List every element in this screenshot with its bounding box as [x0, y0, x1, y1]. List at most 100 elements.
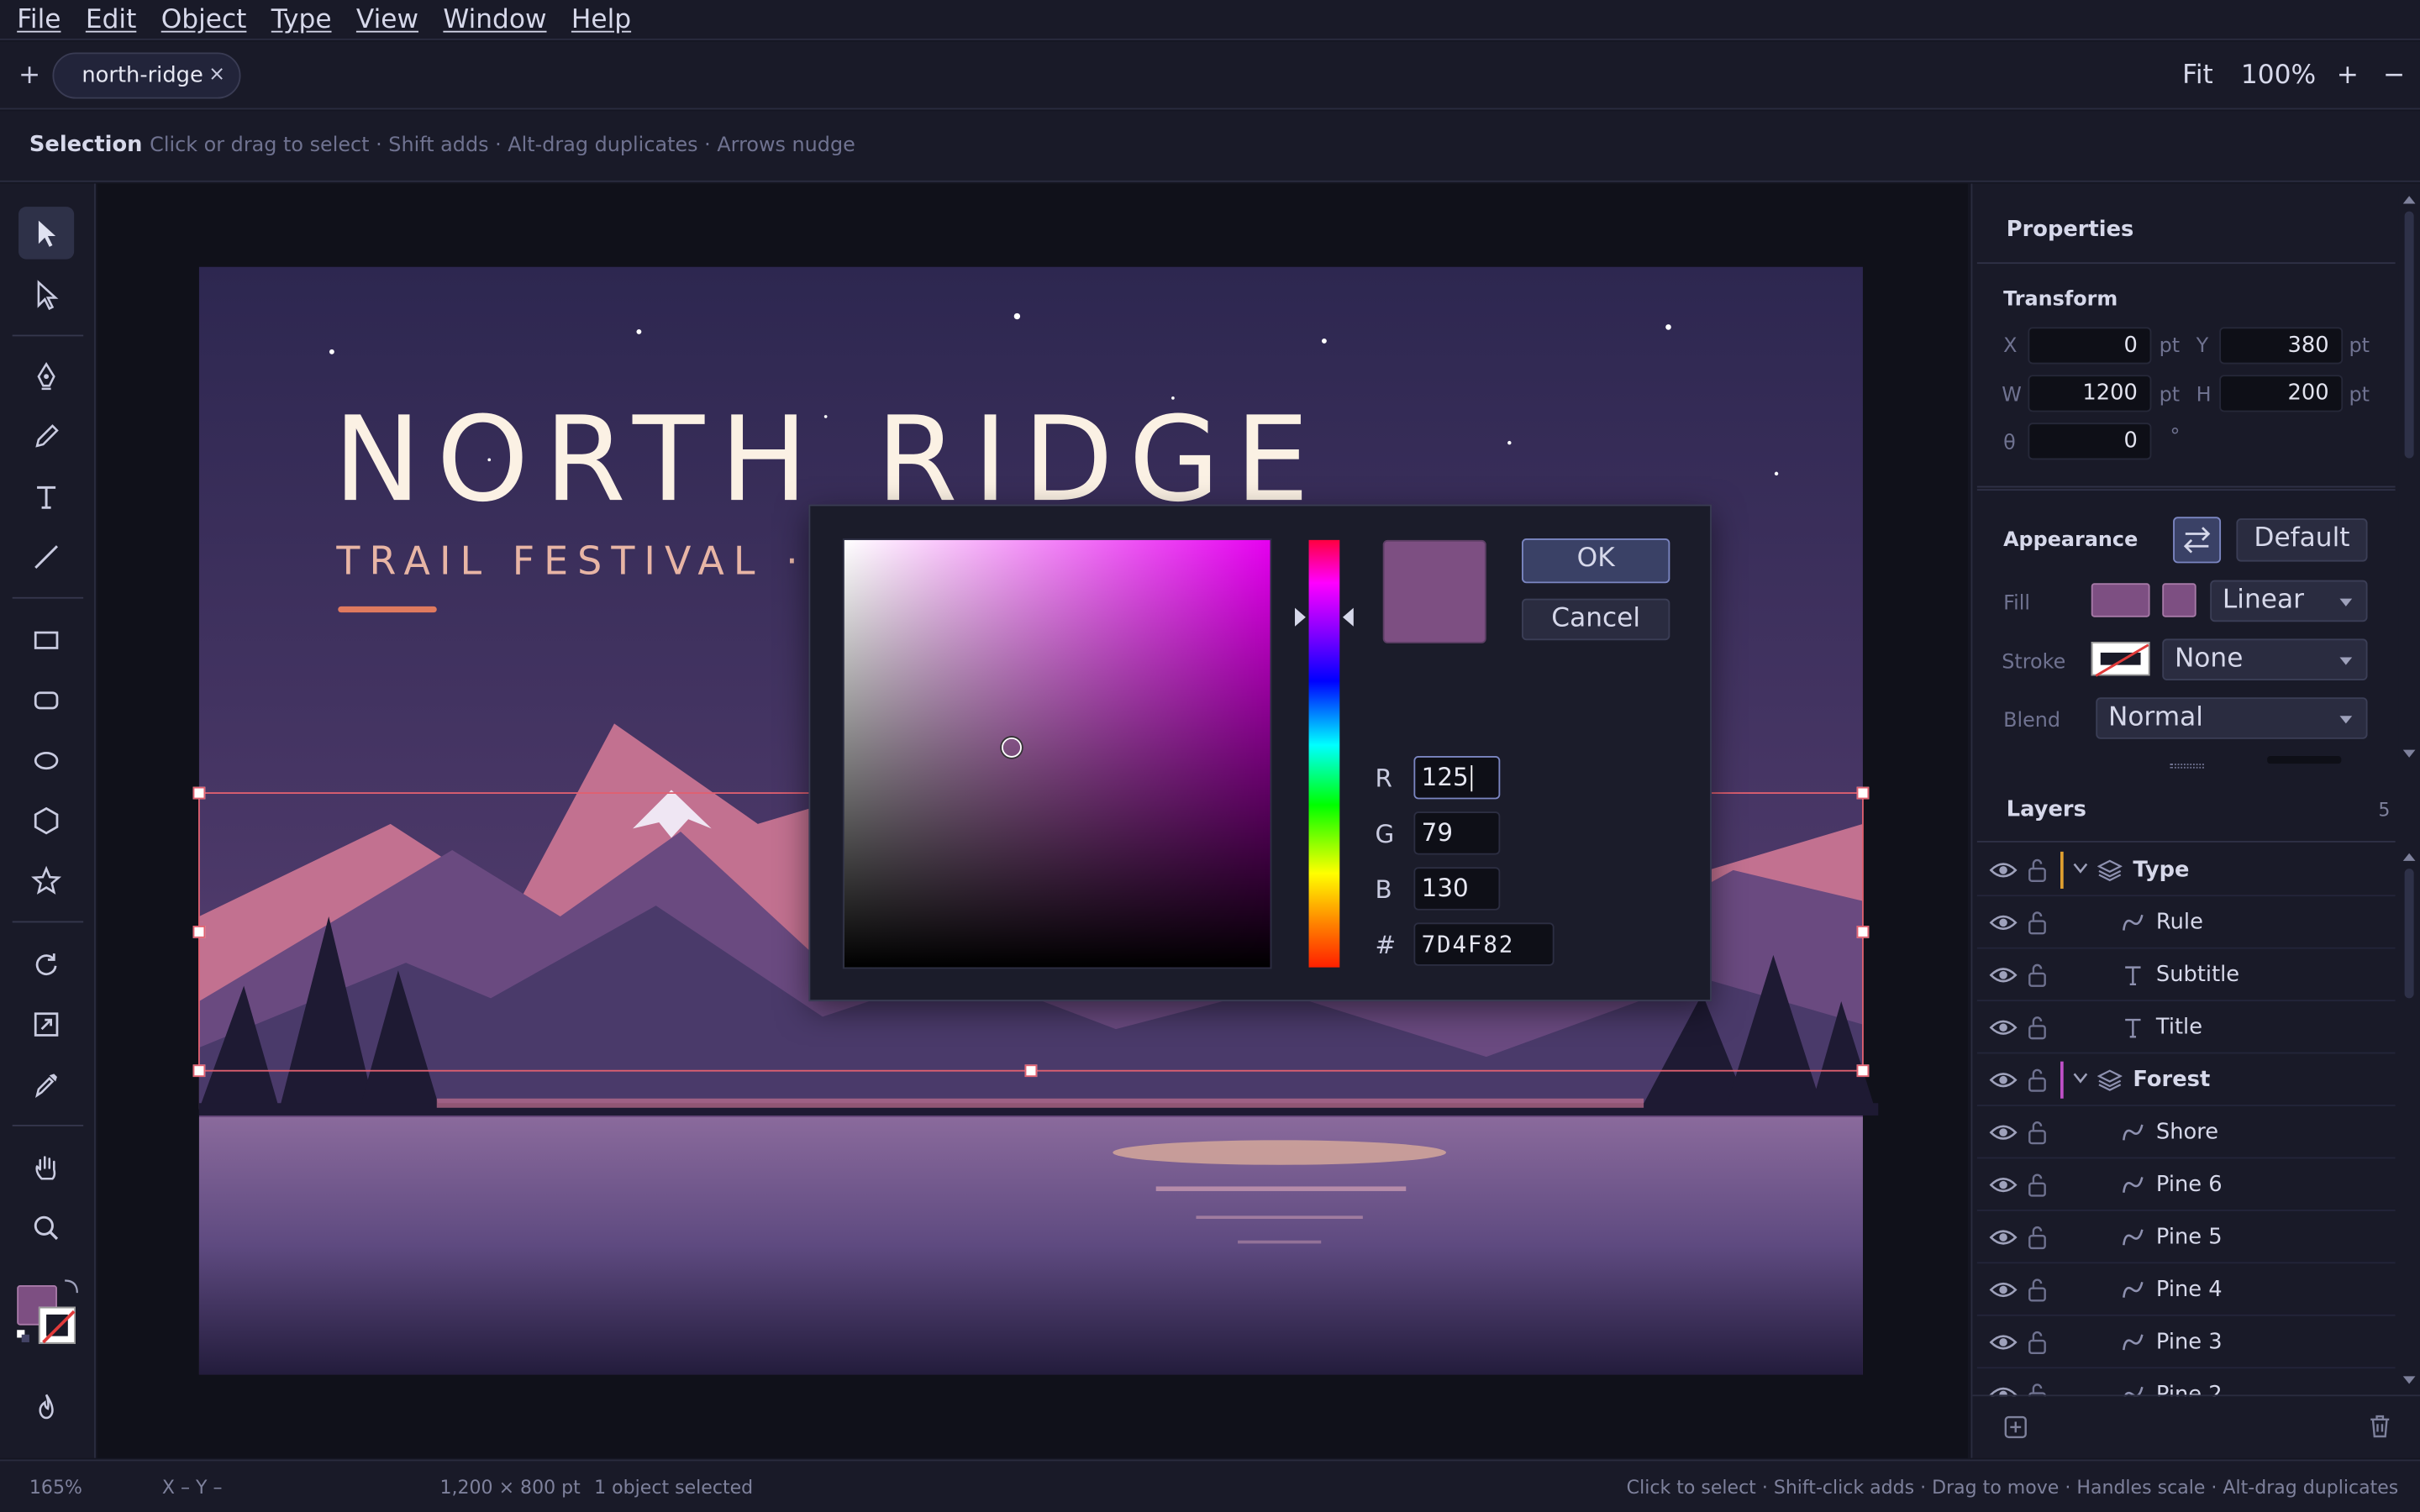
handle-middle-right[interactable]: [1856, 926, 1870, 938]
zoom-fit-button[interactable]: Fit: [2182, 60, 2213, 92]
canvas-viewport[interactable]: NORTH RIDGE TRAIL FESTIVAL · AU OK Cance…: [97, 183, 1968, 1458]
hue-slider[interactable]: [1308, 539, 1340, 968]
default-appearance-button[interactable]: Default: [2236, 518, 2368, 562]
visibility-eye-icon[interactable]: [1989, 912, 2018, 934]
rectangle-tool[interactable]: [18, 614, 74, 666]
blend-mode-dropdown[interactable]: Normal: [2096, 697, 2368, 739]
trash-icon[interactable]: [2368, 1413, 2392, 1439]
pen-tool[interactable]: [18, 350, 74, 402]
handle-bottom-center[interactable]: [1024, 1064, 1038, 1078]
layer-row[interactable]: Pine 2: [1977, 1368, 2396, 1397]
visibility-eye-icon[interactable]: [1989, 1226, 2018, 1248]
color-picker-cursor[interactable]: [1002, 737, 1022, 758]
new-tab-button[interactable]: +: [18, 60, 40, 92]
red-input[interactable]: 125: [1413, 755, 1501, 800]
x-field[interactable]: 0: [2028, 327, 2152, 365]
handle-top-right[interactable]: [1856, 786, 1870, 800]
unlocked-icon[interactable]: [2027, 1225, 2049, 1250]
rounded-rectangle-tool[interactable]: [18, 675, 74, 727]
visibility-eye-icon[interactable]: [1989, 1279, 2018, 1301]
scroll-up-icon[interactable]: [2398, 193, 2420, 206]
add-layer-icon[interactable]: [2003, 1415, 2028, 1439]
layer-row[interactable]: Pine 5: [1976, 1211, 2396, 1264]
hue-slider-arrows-icon[interactable]: [1293, 606, 1355, 628]
visibility-eye-icon[interactable]: [1989, 1121, 2018, 1143]
saturation-value-field[interactable]: [842, 538, 1272, 969]
scroll-down-icon[interactable]: [2398, 1375, 2420, 1388]
layer-row[interactable]: Subtitle: [1976, 949, 2396, 1002]
height-field[interactable]: 200: [2219, 375, 2344, 412]
unlocked-icon[interactable]: [2027, 1068, 2049, 1092]
star-tool[interactable]: [18, 855, 74, 907]
rotate-tool[interactable]: [18, 938, 74, 990]
panel-splitter[interactable]: [2267, 755, 2342, 764]
layer-row[interactable]: Pine 4: [1976, 1263, 2396, 1316]
swap-colors-icon[interactable]: [61, 1278, 80, 1296]
handle-bottom-left[interactable]: [192, 1064, 206, 1078]
stroke-color-swatch[interactable]: [38, 1306, 76, 1344]
visibility-eye-icon[interactable]: [1989, 859, 2018, 881]
zoom-out-button[interactable]: −: [2383, 60, 2405, 92]
tab-close-icon[interactable]: ×: [208, 63, 225, 87]
unlocked-icon[interactable]: [2027, 1120, 2049, 1145]
scroll-up-icon[interactable]: [2398, 850, 2420, 863]
smudge-tool[interactable]: [18, 1381, 74, 1433]
handle-bottom-right[interactable]: [1856, 1064, 1870, 1078]
unlocked-icon[interactable]: [2027, 1330, 2049, 1355]
type-tool[interactable]: [18, 470, 74, 522]
properties-scrollbar[interactable]: [2398, 189, 2420, 764]
chevron-down-icon[interactable]: [2073, 863, 2088, 875]
visibility-eye-icon[interactable]: [1989, 1174, 2018, 1196]
scale-tool[interactable]: [18, 998, 74, 1050]
green-input[interactable]: 79: [1413, 811, 1501, 855]
artwork-rule[interactable]: [338, 606, 437, 613]
unlocked-icon[interactable]: [2027, 911, 2049, 935]
handle-top-left[interactable]: [192, 786, 206, 800]
layer-row[interactable]: Forest: [1976, 1053, 2396, 1106]
hand-tool[interactable]: [18, 1142, 74, 1194]
layers-scrollbar[interactable]: [2398, 847, 2420, 1390]
layer-row[interactable]: Type: [1976, 844, 2396, 897]
cancel-button[interactable]: Cancel: [1522, 598, 1670, 641]
visibility-eye-icon[interactable]: [1989, 1331, 2018, 1353]
layer-row[interactable]: Pine 6: [1976, 1158, 2396, 1211]
unlocked-icon[interactable]: [2027, 1173, 2049, 1197]
menu-type[interactable]: Type: [271, 4, 332, 35]
zoom-in-button[interactable]: +: [2337, 60, 2359, 92]
fill-gradient-stop[interactable]: [2162, 583, 2196, 617]
unlocked-icon[interactable]: [2027, 858, 2049, 882]
menu-help[interactable]: Help: [571, 4, 631, 35]
menu-edit[interactable]: Edit: [86, 4, 136, 35]
eyedropper-tool[interactable]: [18, 1058, 74, 1110]
menu-file[interactable]: File: [17, 4, 60, 35]
y-field[interactable]: 380: [2219, 327, 2344, 365]
visibility-eye-icon[interactable]: [1989, 1016, 2018, 1038]
swap-fill-stroke-button[interactable]: [2173, 517, 2222, 564]
width-field[interactable]: 1200: [2028, 375, 2152, 412]
direct-selection-tool[interactable]: [18, 269, 74, 321]
stroke-type-dropdown[interactable]: None: [2162, 638, 2368, 680]
unlocked-icon[interactable]: [2027, 1016, 2049, 1040]
chevron-down-icon[interactable]: [2073, 1073, 2088, 1085]
panel-resize-grip[interactable]: [2170, 764, 2204, 769]
menu-view[interactable]: View: [356, 4, 418, 35]
blue-input[interactable]: 130: [1413, 867, 1501, 911]
visibility-eye-icon[interactable]: [1989, 964, 2018, 986]
fill-type-dropdown[interactable]: Linear: [2210, 580, 2368, 622]
unlocked-icon[interactable]: [2027, 1278, 2049, 1302]
handle-middle-left[interactable]: [192, 926, 206, 938]
zoom-level[interactable]: 100%: [2241, 60, 2316, 92]
rotation-field[interactable]: 0: [2028, 423, 2152, 460]
line-tool[interactable]: [18, 531, 74, 583]
visibility-eye-icon[interactable]: [1989, 1069, 2018, 1091]
pencil-tool[interactable]: [18, 411, 74, 463]
selection-tool[interactable]: [18, 207, 75, 260]
menu-window[interactable]: Window: [443, 4, 546, 35]
unlocked-icon[interactable]: [2027, 963, 2049, 987]
layer-row[interactable]: Shore: [1976, 1106, 2396, 1159]
default-colors-icon[interactable]: [15, 1328, 30, 1343]
layer-row[interactable]: Pine 3: [1976, 1316, 2396, 1369]
hex-input[interactable]: 7D4F82: [1413, 922, 1555, 966]
fill-swatch[interactable]: [2091, 583, 2150, 617]
polygon-tool[interactable]: [18, 795, 74, 847]
